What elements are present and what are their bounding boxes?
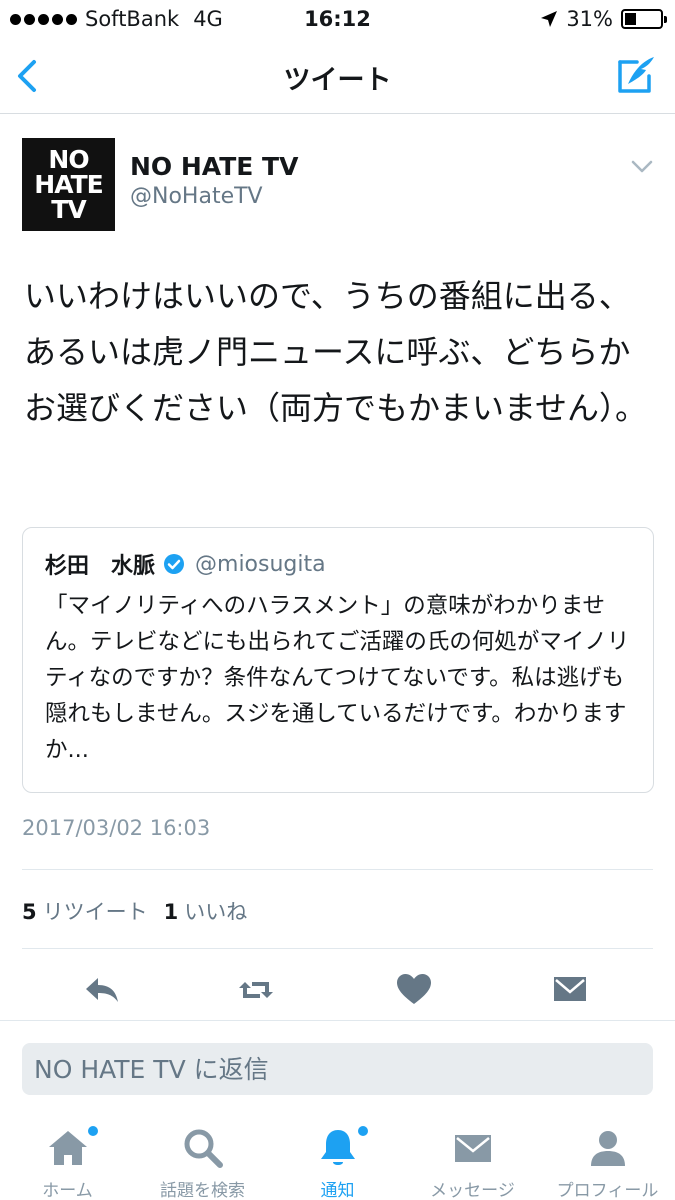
envelope-icon (554, 977, 586, 1001)
page-title: ツイート (283, 65, 392, 96)
author-handle[interactable]: @NoHateTV (130, 184, 263, 209)
avatar[interactable]: NO HATE TV (22, 138, 115, 231)
avatar-logo-line: NO (48, 145, 89, 174)
tab-label: 話題を検索 (160, 1181, 245, 1200)
like-stat[interactable]: 1 いいね (164, 896, 248, 926)
reply-button[interactable] (82, 970, 122, 1010)
quoted-tweet-text: 「マイノリティへのハラスメント」の意味がわかりません。テレビなどにも出られてご活… (45, 593, 630, 763)
retweet-button[interactable] (236, 970, 276, 1010)
notification-dot (358, 1126, 368, 1136)
tweet-actions (0, 962, 675, 1018)
tab-messages[interactable]: メッセージ (405, 1116, 540, 1200)
quoted-author-handle: @miosugita (195, 551, 326, 577)
tab-label: 通知 (320, 1181, 355, 1200)
verified-badge-icon (164, 554, 185, 574)
heart-icon (397, 974, 431, 1004)
quoted-tweet-header: 杉田 水脈 @miosugita (45, 548, 326, 580)
battery-fill (625, 13, 636, 25)
tab-label: プロフィール (556, 1181, 659, 1200)
like-stat-label: いいね (184, 900, 248, 924)
avatar-logo-line: TV (51, 195, 86, 224)
retweet-stat[interactable]: 5 リツイート (22, 896, 148, 926)
quoted-tweet-card[interactable]: 杉田 水脈 @miosugita 「マイノリティへのハラスメント」の意味がわかり… (22, 527, 654, 793)
retweet-stat-label: リツイート (42, 900, 148, 924)
tab-home[interactable]: ホーム (0, 1116, 135, 1200)
tab-label: メッセージ (430, 1181, 515, 1200)
location-arrow-icon (541, 11, 558, 27)
direct-message-button[interactable] (550, 970, 590, 1010)
status-bar: SoftBank 4G 16:12 31% (0, 0, 675, 38)
tab-search[interactable]: 話題を検索 (135, 1116, 270, 1200)
like-count: 1 (163, 900, 179, 924)
reply-composer (0, 1020, 675, 1102)
chevron-down-icon[interactable] (631, 160, 653, 174)
envelope-icon (454, 1135, 491, 1162)
quoted-author-name: 杉田 水脈 (45, 554, 156, 579)
reply-icon (86, 978, 118, 1002)
retweet-count: 5 (22, 900, 37, 924)
notification-dot (88, 1126, 98, 1136)
tab-bar: ホーム 話題を検索 通知 メッセージ プロフィール (0, 1110, 675, 1200)
reply-input[interactable] (22, 1043, 653, 1095)
bell-icon (320, 1130, 355, 1165)
navigation-bar: ツイート (0, 38, 675, 114)
tab-profile[interactable]: プロフィール (540, 1116, 675, 1200)
author-display-name[interactable]: NO HATE TV (130, 152, 298, 181)
tab-label: ホーム (42, 1181, 93, 1200)
like-button[interactable] (394, 970, 434, 1010)
divider (22, 869, 653, 870)
tweet-text: いいわけはいいので、うちの番組に出る、あるいは虎ノ門ニュースに呼ぶ、どちらかお選… (24, 277, 648, 427)
retweet-icon (239, 982, 273, 998)
person-icon (590, 1131, 625, 1166)
search-icon (184, 1129, 223, 1168)
tweet-timestamp: 2017/03/02 16:03 (22, 816, 211, 840)
tab-notifications[interactable]: 通知 (270, 1116, 405, 1200)
home-icon (48, 1131, 87, 1165)
battery-percent: 31% (566, 7, 613, 31)
divider (22, 948, 653, 949)
compose-tweet-icon[interactable] (615, 54, 657, 96)
avatar-logo-line: HATE (34, 170, 103, 199)
battery-icon (621, 9, 667, 29)
status-right: 31% (540, 7, 667, 31)
tweet-stats: 5 リツイート 1 いいね (22, 896, 247, 926)
